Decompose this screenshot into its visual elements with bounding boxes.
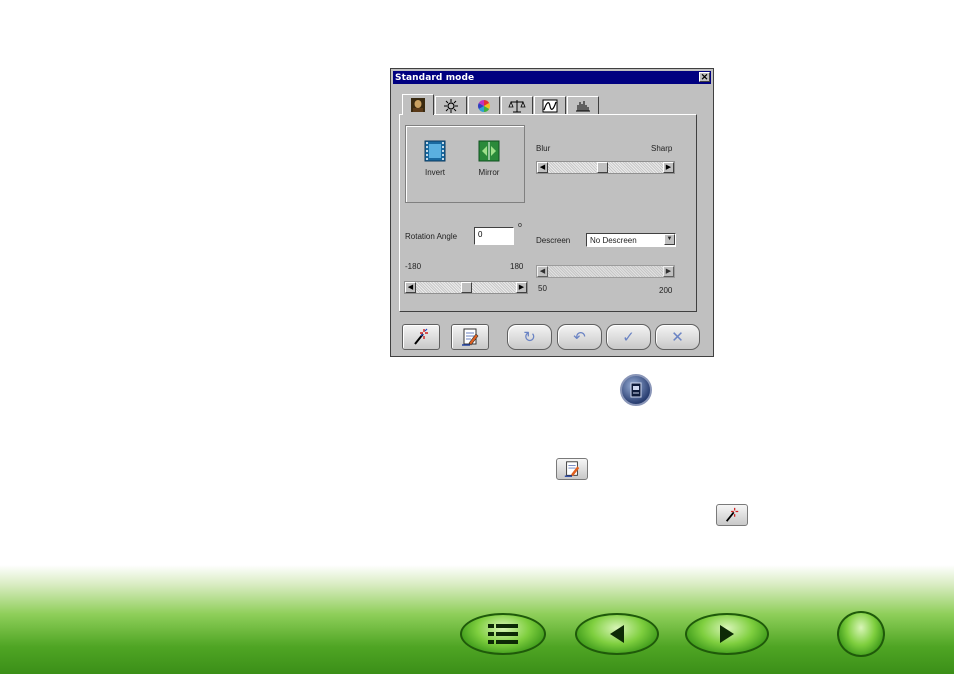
descreen-select[interactable]: No Descreen ▼ (586, 233, 676, 247)
histogram-icon (576, 100, 590, 111)
slider-right-arrow[interactable]: ▶ (516, 282, 527, 293)
list-icon (488, 624, 518, 644)
balance-icon (508, 99, 526, 112)
auto-adjust-button[interactable] (402, 324, 440, 350)
blur-label: Blur (536, 144, 551, 153)
slider-thumb[interactable] (461, 282, 472, 293)
close-button[interactable]: ✕ (699, 72, 710, 82)
rotation-angle-input[interactable]: 0 (474, 227, 514, 245)
triangle-left-icon (610, 625, 624, 643)
tab-curve[interactable] (534, 96, 566, 114)
tab-color[interactable] (468, 96, 500, 114)
next-page-button[interactable] (685, 613, 769, 655)
tab-panel: Invert Mirror Blur Sharp ◀ ▶ Rotation An… (399, 114, 697, 312)
slider-right-arrow[interactable]: ▶ (663, 162, 674, 173)
descreen-label: Descreen (536, 236, 571, 245)
document-edit-icon (462, 328, 479, 346)
descreen-min-label: 50 (538, 284, 547, 293)
dialog-titlebar[interactable]: Standard mode ✕ (393, 71, 711, 84)
standard-mode-dialog: Standard mode ✕ Invert Mirror Blur Sharp… (390, 68, 714, 357)
color-wheel-icon (477, 99, 491, 112)
tab-brightness[interactable] (435, 96, 467, 114)
inline-auto-adjust-icon (716, 504, 748, 526)
mirror-tool[interactable]: Mirror (469, 140, 509, 177)
mirror-icon (478, 140, 500, 162)
descreen-slider: ◀ ▶ (536, 265, 675, 278)
portrait-icon (411, 98, 425, 112)
cancel-button[interactable]: ✕ (655, 324, 700, 350)
previous-page-button[interactable] (575, 613, 659, 655)
undo-button[interactable]: ↶ (557, 324, 602, 350)
inline-apply-button-icon (556, 458, 588, 480)
scanner-mode-icon (620, 374, 652, 406)
tab-histogram[interactable] (567, 96, 599, 114)
slider-thumb[interactable] (597, 162, 608, 173)
dialog-title: Standard mode (395, 73, 475, 83)
descreen-selected: No Descreen (590, 236, 637, 245)
rotation-slider[interactable]: ◀ ▶ (404, 281, 528, 294)
degree-symbol: o (518, 222, 522, 229)
slider-left-arrow: ◀ (537, 266, 548, 277)
rotation-angle-label: Rotation Angle (405, 232, 458, 241)
rotation-max-label: 180 (510, 262, 524, 271)
reset-button[interactable]: ↻ (507, 324, 552, 350)
mirror-label: Mirror (478, 168, 500, 177)
slider-right-arrow: ▶ (663, 266, 674, 277)
invert-label: Invert (424, 168, 445, 177)
curve-icon (542, 99, 558, 112)
brightness-icon (444, 98, 458, 113)
triangle-right-icon (720, 625, 734, 643)
home-button[interactable] (837, 611, 885, 657)
invert-tool[interactable]: Invert (415, 140, 455, 177)
apply-button[interactable] (451, 324, 489, 350)
tab-portrait[interactable] (402, 94, 434, 115)
rotation-min-label: -180 (405, 262, 422, 271)
descreen-max-label: 200 (659, 286, 673, 295)
blur-sharp-slider[interactable]: ◀ ▶ (536, 161, 675, 174)
document-edit-icon (564, 461, 580, 477)
sharp-label: Sharp (651, 144, 673, 153)
chevron-down-icon[interactable]: ▼ (664, 234, 675, 245)
transform-group: Invert Mirror (405, 125, 525, 203)
slider-left-arrow[interactable]: ◀ (405, 282, 416, 293)
scanner-icon (630, 382, 642, 398)
slider-left-arrow[interactable]: ◀ (537, 162, 548, 173)
film-invert-icon (424, 140, 446, 162)
magic-wand-icon (414, 328, 428, 345)
contents-button[interactable] (460, 613, 546, 655)
magic-wand-icon (725, 507, 739, 522)
footer-band (0, 565, 954, 674)
tab-balance[interactable] (501, 96, 533, 114)
ok-button[interactable]: ✓ (606, 324, 651, 350)
